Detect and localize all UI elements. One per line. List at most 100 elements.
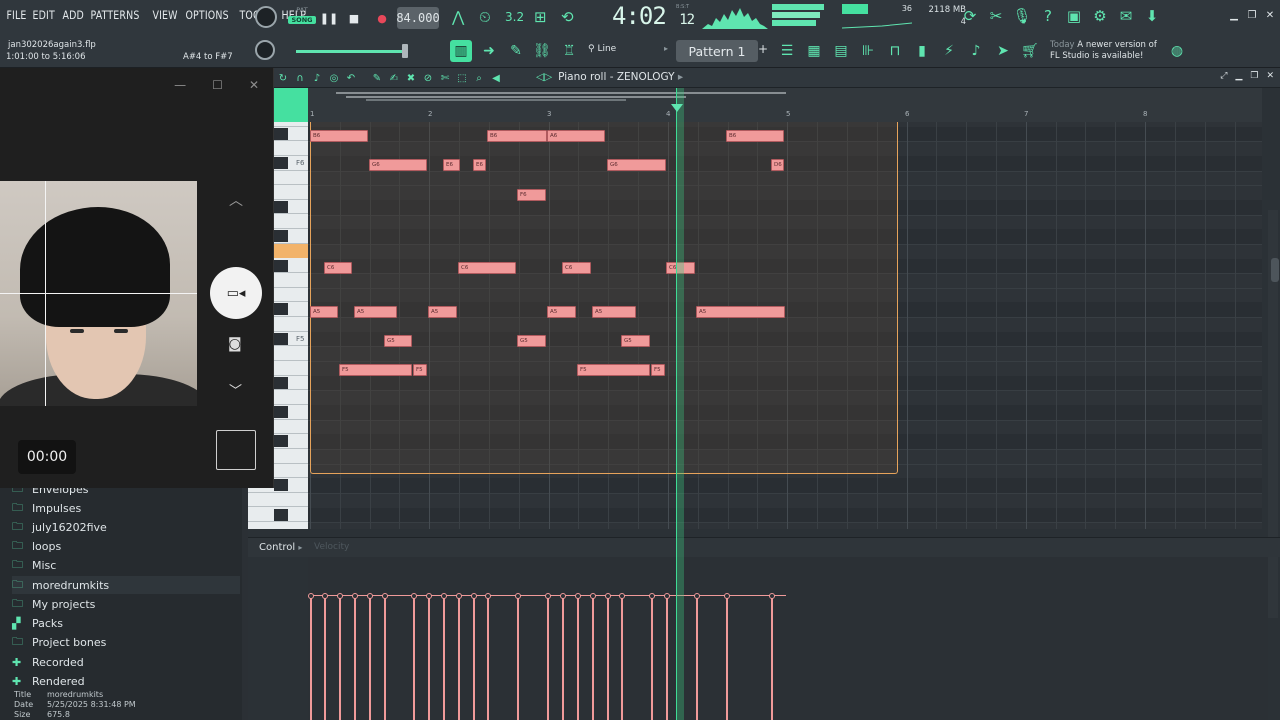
stamp-icon[interactable]: ♖	[558, 40, 580, 62]
note[interactable]: G5	[517, 335, 546, 348]
piano-key-black[interactable]	[274, 376, 288, 389]
camera-maximize-icon[interactable]: ☐	[212, 78, 223, 92]
note[interactable]: B6	[726, 130, 784, 142]
velocity-stem[interactable]	[339, 598, 341, 720]
velocity-stem[interactable]	[666, 598, 668, 720]
delete-tool-icon[interactable]: ✖	[404, 71, 418, 85]
note[interactable]: B6	[310, 130, 368, 142]
globe-icon[interactable]: ◍	[1166, 40, 1188, 62]
menu-add[interactable]: ADD	[60, 8, 86, 22]
pattern-selector[interactable]: Pattern 1	[676, 40, 758, 62]
stop-button[interactable]: ■	[343, 7, 365, 29]
velocity-stem[interactable]	[607, 598, 609, 720]
browser-item[interactable]: ▞ Packs	[12, 614, 240, 632]
velocity-handle[interactable]	[441, 593, 447, 599]
piano-key-black[interactable]	[274, 303, 288, 316]
velocity-stem[interactable]	[324, 598, 326, 720]
velocity-stem[interactable]	[726, 598, 728, 720]
note[interactable]: D6	[771, 159, 784, 172]
velocity-lane[interactable]	[308, 557, 1268, 720]
velocity-handle[interactable]	[426, 593, 432, 599]
pr-minimize-icon[interactable]: ▁	[1235, 71, 1242, 81]
undo-history-icon[interactable]: ⟳	[960, 6, 980, 26]
velocity-stem[interactable]	[487, 598, 489, 720]
note[interactable]: F5	[651, 364, 665, 377]
velocity-stem[interactable]	[428, 598, 430, 720]
master-pitch-knob[interactable]	[255, 40, 275, 60]
piano-roll-title[interactable]: ◁▷ Piano roll - ZENOLOGY ▸	[536, 71, 683, 83]
undo-icon[interactable]: ↶	[344, 71, 358, 85]
velocity-handle[interactable]	[352, 593, 358, 599]
velocity-handle[interactable]	[649, 593, 655, 599]
piano-key-black[interactable]	[274, 127, 288, 140]
velocity-stem[interactable]	[562, 598, 564, 720]
magnet-icon[interactable]: ∩	[293, 71, 307, 85]
camera-close-icon[interactable]: ✕	[249, 78, 259, 92]
velocity-stem[interactable]	[310, 598, 312, 720]
velocity-stem[interactable]	[413, 598, 415, 720]
browser-item[interactable]: ✚ Rendered	[12, 672, 240, 690]
velocity-stem[interactable]	[369, 598, 371, 720]
minimize-icon[interactable]: ▁	[1228, 10, 1240, 21]
browser-item-selected[interactable]: 🗀︎ moredrumkits	[12, 576, 240, 594]
plugin-icon[interactable]: ⚡	[938, 40, 960, 62]
browser-item[interactable]: 🗀︎ loops	[12, 537, 240, 555]
timeline-ruler[interactable]: 1 2 3 4 5 6 7 8	[308, 88, 1262, 122]
master-volume-knob[interactable]	[255, 6, 277, 28]
pause-button[interactable]: ❚❚	[318, 7, 340, 29]
restore-icon[interactable]: ❐	[1246, 10, 1258, 21]
velocity-handle[interactable]	[322, 593, 328, 599]
piano-key-black[interactable]	[274, 156, 288, 169]
velocity-stem[interactable]	[384, 598, 386, 720]
note[interactable]: G6	[607, 159, 666, 172]
note[interactable]: A6	[547, 130, 605, 142]
cut-tool-icon[interactable]: ✂	[986, 6, 1006, 26]
velocity-stem[interactable]	[621, 598, 623, 720]
note[interactable]: F6	[517, 188, 546, 201]
note[interactable]: G6	[369, 159, 427, 172]
note[interactable]: A5	[428, 305, 457, 318]
velocity-handle[interactable]	[411, 593, 417, 599]
zoom-tool-icon[interactable]: ⌕	[472, 71, 486, 85]
velocity-handle[interactable]	[382, 593, 388, 599]
gallery-thumbnail[interactable]	[216, 430, 256, 470]
velocity-stem[interactable]	[592, 598, 594, 720]
snap-mode-select[interactable]: ⚲ Line	[588, 44, 616, 54]
menu-file[interactable]: FILE	[4, 8, 29, 22]
playback-tool-icon[interactable]: ◀	[489, 71, 503, 85]
file-icon[interactable]: ▮	[911, 40, 933, 62]
overview-strip[interactable]	[326, 90, 796, 104]
help-icon[interactable]: ?	[1038, 6, 1058, 26]
menu-edit[interactable]: EDIT	[30, 8, 57, 22]
mixer-icon[interactable]: ⊪	[857, 40, 879, 62]
velocity-handle[interactable]	[619, 593, 625, 599]
save-icon[interactable]: ▣	[1064, 6, 1084, 26]
note[interactable]: F5	[413, 364, 427, 377]
velocity-handle[interactable]	[724, 593, 730, 599]
velocity-handle[interactable]	[664, 593, 670, 599]
velocity-handle[interactable]	[456, 593, 462, 599]
piano-key-black[interactable]	[274, 200, 288, 213]
channel-rack-icon[interactable]: ▤	[830, 40, 852, 62]
velocity-handle[interactable]	[605, 593, 611, 599]
step-sequencer-icon[interactable]: ▦	[803, 40, 825, 62]
velocity-handle[interactable]	[485, 593, 491, 599]
note-icon[interactable]: ♪	[310, 71, 324, 85]
browser-item[interactable]: 🗀︎ Project bones	[12, 633, 240, 651]
piano-key-black[interactable]	[274, 508, 288, 521]
menu-options[interactable]: OPTIONS	[183, 8, 231, 22]
note[interactable]: A5	[354, 305, 397, 318]
note[interactable]: A5	[592, 305, 636, 318]
note[interactable]: F5	[339, 364, 412, 377]
detach-icon[interactable]: ⤢	[1220, 71, 1227, 81]
stamp-tool-icon[interactable]: ◎	[327, 71, 341, 85]
velocity-stem[interactable]	[443, 598, 445, 720]
velocity-stem[interactable]	[458, 598, 460, 720]
velocity-stem[interactable]	[354, 598, 356, 720]
velocity-handle[interactable]	[545, 593, 551, 599]
velocity-stem[interactable]	[547, 598, 549, 720]
control-selector[interactable]: Control ▸	[259, 542, 302, 553]
velocity-handle[interactable]	[560, 593, 566, 599]
note[interactable]: G5	[384, 335, 412, 348]
velocity-handle[interactable]	[471, 593, 477, 599]
